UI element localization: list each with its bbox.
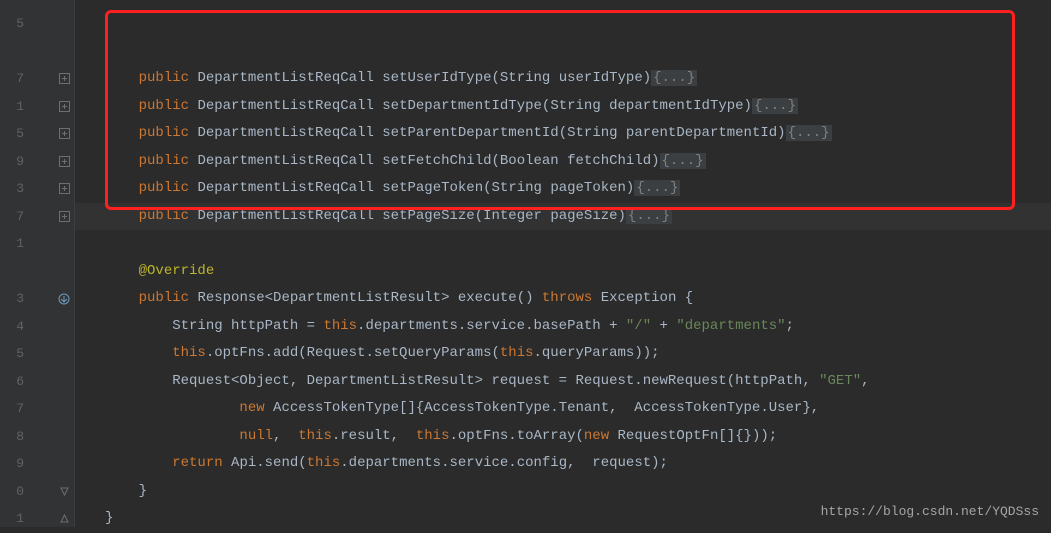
fold-expand-icon[interactable] bbox=[58, 65, 70, 93]
line-number: 0 bbox=[0, 478, 30, 506]
line-number: 5 bbox=[0, 120, 30, 148]
annotation-override: @Override bbox=[139, 263, 215, 279]
line-number: 6 bbox=[0, 368, 30, 396]
line-number: 5 bbox=[0, 340, 30, 368]
fold-expand-icon[interactable] bbox=[58, 93, 70, 121]
line-number: 3 bbox=[0, 285, 30, 313]
fold-expand-icon[interactable] bbox=[58, 175, 70, 203]
fold-collapse-icon[interactable] bbox=[58, 478, 70, 506]
folded-block[interactable]: {...} bbox=[634, 180, 680, 196]
line-number: 9 bbox=[0, 148, 30, 176]
folded-block[interactable]: {...} bbox=[786, 125, 832, 141]
folded-block[interactable]: {...} bbox=[660, 153, 706, 169]
line-number bbox=[0, 258, 30, 286]
fold-expand-icon[interactable] bbox=[58, 120, 70, 148]
line-numbers: 5 7 1 5 9 3 7 1 3 4 5 6 7 8 9 0 1 bbox=[0, 0, 30, 533]
fold-markers bbox=[58, 10, 70, 533]
line-number: 7 bbox=[0, 395, 30, 423]
line-number: 7 bbox=[0, 203, 30, 231]
line-number: 8 bbox=[0, 423, 30, 451]
line-number: 1 bbox=[0, 505, 30, 533]
folded-block[interactable]: {...} bbox=[626, 208, 672, 224]
line-number: 1 bbox=[0, 93, 30, 121]
code-editor[interactable]: 5 7 1 5 9 3 7 1 3 4 5 6 7 8 9 0 1 bbox=[0, 0, 1051, 527]
line-number: 9 bbox=[0, 450, 30, 478]
override-gutter-icon[interactable] bbox=[58, 285, 70, 313]
keyword-public: public bbox=[139, 70, 189, 86]
line-number: 5 bbox=[0, 10, 30, 38]
line-number: 7 bbox=[0, 65, 30, 93]
line-number bbox=[0, 38, 30, 66]
folded-block[interactable]: {...} bbox=[651, 70, 697, 86]
line-number: 1 bbox=[0, 230, 30, 258]
fold-expand-icon[interactable] bbox=[58, 148, 70, 176]
code-content[interactable]: public DepartmentListReqCall setUserIdTy… bbox=[75, 0, 1051, 527]
line-number: 4 bbox=[0, 313, 30, 341]
folded-block[interactable]: {...} bbox=[752, 98, 798, 114]
line-number: 3 bbox=[0, 175, 30, 203]
fold-collapse-icon[interactable] bbox=[58, 505, 70, 533]
watermark-text: https://blog.csdn.net/YQDSss bbox=[821, 504, 1039, 519]
gutter: 5 7 1 5 9 3 7 1 3 4 5 6 7 8 9 0 1 bbox=[0, 0, 75, 527]
fold-expand-icon[interactable] bbox=[58, 203, 70, 231]
